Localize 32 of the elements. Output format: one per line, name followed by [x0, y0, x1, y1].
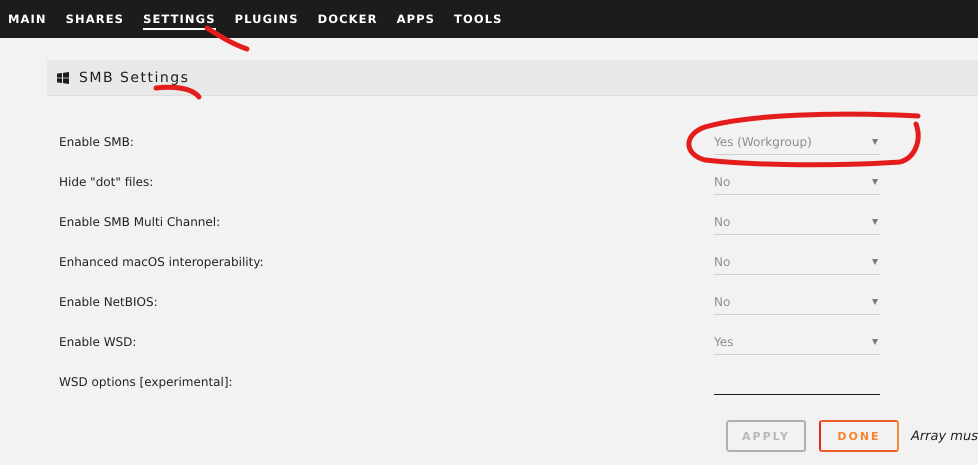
note-text: Array mus — [910, 428, 978, 444]
select-dropdown[interactable]: No — [714, 289, 880, 315]
annotation-mark — [154, 84, 202, 100]
windows-icon — [57, 72, 69, 84]
select-dropdown[interactable]: Yes (Workgroup) — [714, 129, 880, 155]
setting-label: Enable NetBIOS: — [58, 295, 159, 309]
nav-tab[interactable]: SHARES — [66, 8, 124, 30]
caret-icon — [872, 178, 878, 184]
nav-tab[interactable]: SETTINGS — [143, 8, 216, 30]
setting-label: Enable SMB Multi Channel: — [58, 215, 222, 229]
caret-icon — [872, 298, 878, 304]
setting-label: WSD options [experimental]: — [58, 375, 234, 389]
caret-icon — [872, 138, 878, 144]
nav-tab[interactable]: MAIN — [8, 8, 47, 30]
setting-label: Hide "dot" files: — [58, 175, 154, 189]
caret-icon — [872, 218, 878, 224]
select-dropdown[interactable]: Yes — [714, 329, 880, 355]
caret-icon — [872, 258, 878, 264]
setting-label: Enable WSD: — [58, 335, 138, 349]
setting-label: Enable SMB: — [58, 135, 135, 149]
nav-tab[interactable]: TOOLS — [454, 8, 503, 30]
select-dropdown[interactable]: No — [714, 249, 880, 275]
caret-icon — [872, 338, 878, 344]
done-button[interactable]: DONE — [818, 420, 899, 452]
nav-tab[interactable]: DOCKER — [318, 8, 378, 30]
section-title: SMB Settings — [79, 70, 190, 86]
select-dropdown[interactable]: No — [714, 209, 880, 235]
nav-tab[interactable]: PLUGINS — [234, 8, 299, 30]
annotation-mark — [204, 26, 250, 52]
nav-tab[interactable]: APPS — [396, 8, 436, 30]
select-dropdown[interactable]: No — [714, 169, 880, 195]
setting-label: Enhanced macOS interoperability: — [58, 255, 265, 269]
